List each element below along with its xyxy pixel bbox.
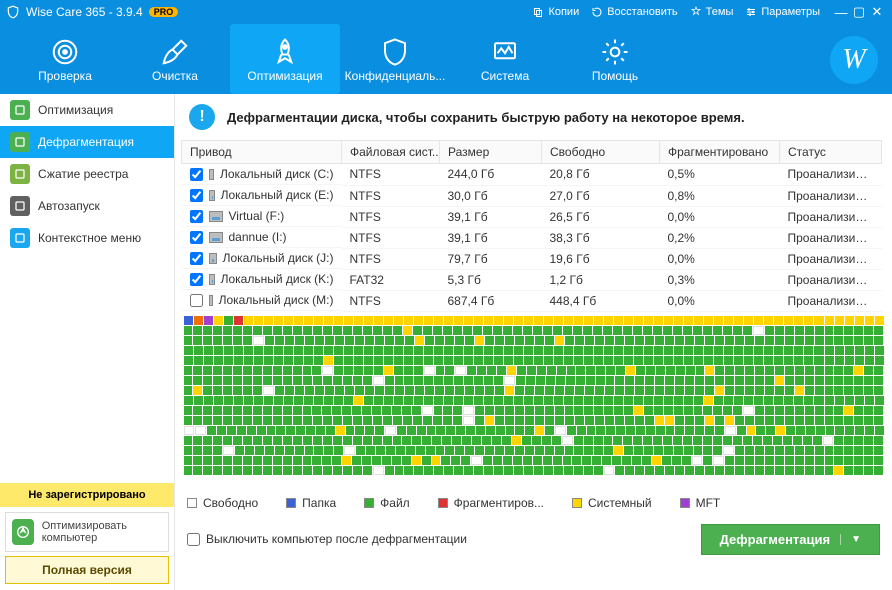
- legend-file: Файл: [364, 496, 410, 510]
- drive-checkbox[interactable]: [190, 189, 203, 202]
- drive-checkbox[interactable]: [190, 294, 203, 307]
- user-avatar[interactable]: W: [830, 36, 878, 84]
- disk-icon: [209, 253, 217, 264]
- sidebar-item-label: Дефрагментация: [38, 135, 134, 149]
- defrag-button[interactable]: Дефрагментация ▼: [701, 524, 880, 555]
- col-fs[interactable]: Файловая сист...: [342, 141, 440, 164]
- table-row[interactable]: Локальный диск (M:)NTFS687,4 Гб448,4 Гб0…: [182, 290, 882, 311]
- disk-icon: [209, 169, 214, 180]
- sidebar-icon: [10, 132, 30, 152]
- top-nav: Проверка Очистка Оптимизация Конфиденциа…: [0, 24, 892, 94]
- table-row[interactable]: Virtual (F:)NTFS39,1 Гб26,5 Гб0,0%Проана…: [182, 206, 882, 227]
- dropdown-caret-icon[interactable]: ▼: [840, 534, 861, 545]
- sidebar-item-2[interactable]: Сжатие реестра: [0, 158, 174, 190]
- sidebar-item-label: Автозапуск: [38, 199, 100, 213]
- table-row[interactable]: Локальный диск (E:)NTFS30,0 Гб27,0 Гб0,8…: [182, 185, 882, 206]
- legend-folder: Папка: [286, 496, 336, 510]
- optimize-pc-button[interactable]: Оптимизировать компьютер: [5, 512, 169, 552]
- col-frag[interactable]: Фрагментировано: [660, 141, 780, 164]
- sidebar-item-label: Оптимизация: [38, 103, 113, 117]
- app-shield-icon: [6, 5, 20, 19]
- minimize-button[interactable]: —: [832, 5, 850, 20]
- drives-table: Привод Файловая сист... Размер Свободно …: [181, 140, 882, 312]
- col-drive[interactable]: Привод: [182, 141, 342, 164]
- disk-icon: [209, 211, 223, 222]
- defrag-map: [183, 316, 884, 484]
- info-icon: !: [189, 104, 215, 130]
- sidebar-item-label: Сжатие реестра: [38, 167, 128, 181]
- sidebar: Оптимизация Дефрагментация Сжатие реестра А…: [0, 94, 175, 590]
- params-button[interactable]: Параметры: [745, 6, 820, 18]
- shutdown-checkbox[interactable]: Выключить компьютер после дефрагментации: [187, 532, 467, 546]
- pro-badge: PRO: [149, 7, 179, 17]
- drive-checkbox[interactable]: [190, 273, 203, 286]
- legend-mft: MFT: [680, 496, 721, 510]
- sidebar-item-3[interactable]: Автозапуск: [0, 190, 174, 222]
- table-row[interactable]: Локальный диск (C:)NTFS244,0 Гб20,8 Гб0,…: [182, 164, 882, 186]
- info-text: Дефрагментации диска, чтобы сохранить бы…: [227, 110, 745, 125]
- main-panel: ! Дефрагментации диска, чтобы сохранить …: [175, 94, 892, 590]
- sidebar-item-1[interactable]: Дефрагментация: [0, 126, 174, 158]
- col-free[interactable]: Свободно: [542, 141, 660, 164]
- nav-optimize[interactable]: Оптимизация: [230, 24, 340, 94]
- nav-help[interactable]: Помощь: [560, 24, 670, 94]
- table-row[interactable]: Локальный диск (K:)FAT325,3 Гб1,2 Гб0,3%…: [182, 269, 882, 290]
- restore-button[interactable]: Восстановить: [591, 6, 677, 18]
- drive-checkbox[interactable]: [190, 252, 203, 265]
- drive-checkbox[interactable]: [190, 210, 203, 223]
- full-version-button[interactable]: Полная версия: [5, 556, 169, 584]
- nav-system[interactable]: Система: [450, 24, 560, 94]
- sidebar-icon: [10, 100, 30, 120]
- nav-clean[interactable]: Очистка: [120, 24, 230, 94]
- titlebar: Wise Care 365 - 3.9.4 PRO Копии Восстано…: [0, 0, 892, 24]
- maximize-button[interactable]: ▢: [850, 4, 868, 20]
- table-row[interactable]: Локальный диск (J:)NTFS79,7 Гб19,6 Гб0,0…: [182, 248, 882, 269]
- sidebar-icon: [10, 196, 30, 216]
- drive-checkbox[interactable]: [190, 231, 203, 244]
- close-button[interactable]: ✕: [868, 4, 886, 20]
- legend-free: Свободно: [187, 496, 258, 510]
- legend: Свободно Папка Файл Фрагментиров... Сист…: [175, 490, 892, 516]
- themes-button[interactable]: Темы: [690, 6, 734, 18]
- col-status[interactable]: Статус: [780, 141, 882, 164]
- footer: Выключить компьютер после дефрагментации…: [175, 516, 892, 567]
- disk-icon: [209, 274, 215, 285]
- app-title: Wise Care 365 - 3.9.4: [26, 5, 143, 19]
- disk-icon: [209, 232, 223, 243]
- rocket-icon: [12, 519, 34, 545]
- legend-system: Системный: [572, 496, 652, 510]
- sidebar-item-0[interactable]: Оптимизация: [0, 94, 174, 126]
- table-row[interactable]: dannue (I:)NTFS39,1 Гб38,3 Гб0,2%Проанал…: [182, 227, 882, 248]
- app-window: Wise Care 365 - 3.9.4 PRO Копии Восстано…: [0, 0, 892, 590]
- sidebar-icon: [10, 164, 30, 184]
- col-size[interactable]: Размер: [440, 141, 542, 164]
- sidebar-item-4[interactable]: Контекстное меню: [0, 222, 174, 254]
- disk-icon: [209, 190, 215, 201]
- nav-check[interactable]: Проверка: [10, 24, 120, 94]
- sidebar-item-label: Контекстное меню: [38, 231, 141, 245]
- unregistered-banner: Не зарегистрировано: [0, 483, 174, 507]
- info-bar: ! Дефрагментации диска, чтобы сохранить …: [175, 94, 892, 140]
- drive-checkbox[interactable]: [190, 168, 203, 181]
- disk-icon: [209, 295, 213, 306]
- legend-fragmented: Фрагментиров...: [438, 496, 544, 510]
- sidebar-icon: [10, 228, 30, 248]
- nav-privacy[interactable]: Конфиденциаль...: [340, 24, 450, 94]
- copies-button[interactable]: Копии: [532, 6, 579, 18]
